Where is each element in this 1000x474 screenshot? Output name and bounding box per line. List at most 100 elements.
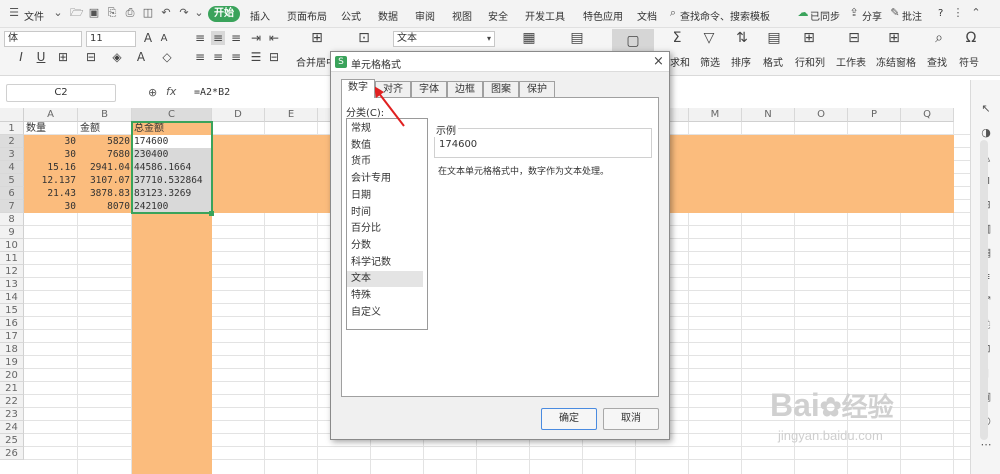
sort-button[interactable]: 排序 — [731, 54, 751, 69]
sync-status[interactable]: 已同步 — [810, 8, 840, 23]
align-right-icon[interactable]: ≡ — [229, 50, 243, 64]
row-header[interactable]: 17 — [0, 330, 24, 343]
tab-home[interactable]: 开始 — [208, 6, 240, 22]
freeze-panes-icon[interactable]: ⊞ — [885, 31, 903, 45]
rows-columns-button[interactable]: 行和列 — [795, 54, 825, 69]
row-header[interactable]: 18 — [0, 343, 24, 356]
chevron-down-icon[interactable]: ⌄ — [52, 7, 64, 19]
symbol-icon[interactable]: Ω — [962, 31, 980, 45]
tab-data[interactable]: 数据 — [378, 8, 398, 23]
category-item[interactable]: 会计专用 — [347, 171, 423, 187]
select-all-corner[interactable] — [0, 108, 24, 122]
row-header[interactable]: 11 — [0, 252, 24, 265]
category-item[interactable]: 日期 — [347, 188, 423, 204]
row-header[interactable]: 10 — [0, 239, 24, 252]
row-header[interactable]: 14 — [0, 291, 24, 304]
tab-pattern[interactable]: 图案 — [483, 81, 519, 98]
search-icon[interactable]: ⌕ — [667, 7, 679, 19]
column-header-p[interactable]: P — [848, 108, 901, 122]
number-format-select[interactable]: 文本 — [393, 31, 495, 47]
row-header[interactable]: 16 — [0, 317, 24, 330]
open-folder-icon[interactable]: 🗁 — [70, 7, 84, 19]
print-preview-icon[interactable]: ◫ — [142, 7, 154, 19]
command-search[interactable]: 查找命令、搜索模板 — [680, 8, 770, 23]
cursor-icon[interactable]: ↖ — [979, 102, 993, 116]
border-icon[interactable]: ⊞ — [56, 50, 70, 64]
tab-insert[interactable]: 插入 — [250, 8, 270, 23]
category-item[interactable]: 货币 — [347, 154, 423, 170]
row-header[interactable]: 21 — [0, 382, 24, 395]
row-header[interactable]: 25 — [0, 434, 24, 447]
eraser-icon[interactable]: ◇ — [160, 50, 174, 64]
row-header[interactable]: 6 — [0, 187, 24, 200]
formula-input[interactable]: =A2*B2 — [194, 87, 230, 98]
category-list[interactable]: 常规 数值 货币 会计专用 日期 时间 百分比 分数 科学记数 文本 特殊 自定义 — [346, 118, 428, 330]
font-size-select[interactable]: 11 — [86, 31, 136, 47]
shapes-icon[interactable]: ◑ — [979, 126, 993, 140]
category-item[interactable]: 自定义 — [347, 305, 423, 321]
category-item[interactable]: 科学记数 — [347, 255, 423, 271]
category-item[interactable]: 百分比 — [347, 221, 423, 237]
column-header-q[interactable]: Q — [901, 108, 954, 122]
find-button[interactable]: 查找 — [927, 54, 947, 69]
table-cell[interactable]: 30 — [24, 148, 78, 161]
row-header[interactable]: 7 — [0, 200, 24, 213]
row-header[interactable]: 23 — [0, 408, 24, 421]
rows-columns-icon[interactable]: ⊞ — [800, 31, 818, 45]
close-icon[interactable]: × — [653, 54, 664, 69]
category-item[interactable]: 分数 — [347, 238, 423, 254]
table-cell[interactable]: 3878.83 — [78, 187, 132, 200]
symbol-button[interactable]: 符号 — [959, 54, 979, 69]
tab-formula[interactable]: 公式 — [341, 8, 361, 23]
export-icon[interactable]: ⎘ — [106, 7, 118, 19]
table-cell[interactable]: 2941.04 — [78, 161, 132, 174]
table-cell[interactable]: 30 — [24, 135, 78, 148]
column-header-e[interactable]: E — [265, 108, 318, 122]
dialog-titlebar[interactable]: S 单元格格式 × — [331, 52, 669, 72]
category-item[interactable]: 文本 — [347, 271, 423, 288]
table-cell[interactable]: 30 — [24, 200, 78, 213]
share-button[interactable]: 分享 — [862, 8, 882, 23]
row-header[interactable]: 22 — [0, 395, 24, 408]
row-header[interactable]: 24 — [0, 421, 24, 434]
filter-button[interactable]: 筛选 — [700, 54, 720, 69]
format-icon[interactable]: ▤ — [765, 31, 783, 45]
tab-border[interactable]: 边框 — [447, 81, 483, 98]
row-header[interactable]: 3 — [0, 148, 24, 161]
sum-icon[interactable]: Σ — [668, 31, 686, 45]
worksheet-icon[interactable]: ⊟ — [845, 31, 863, 45]
row-header[interactable]: 2 — [0, 135, 24, 148]
row-header[interactable]: 13 — [0, 278, 24, 291]
comment-button[interactable]: 批注 — [902, 8, 922, 23]
conditional-format-icon[interactable]: ▦ — [520, 31, 538, 45]
file-menu[interactable]: 文件 — [24, 8, 44, 23]
category-item[interactable]: 数值 — [347, 138, 423, 154]
row-header[interactable]: 4 — [0, 161, 24, 174]
distribute-icon[interactable]: ⊟ — [267, 50, 281, 64]
table-style-icon[interactable]: ▤ — [568, 31, 586, 45]
column-header-c[interactable]: C — [132, 108, 212, 122]
column-header-b[interactable]: B — [78, 108, 132, 122]
table-cell[interactable]: 7680 — [78, 148, 132, 161]
underline-icon[interactable]: U — [34, 50, 48, 64]
row-header[interactable]: 12 — [0, 265, 24, 278]
column-header-o[interactable]: O — [795, 108, 848, 122]
row-header[interactable]: 1 — [0, 122, 24, 135]
category-item[interactable]: 特殊 — [347, 288, 423, 304]
justify-icon[interactable]: ☰ — [249, 50, 263, 64]
dropdown-arrow-icon[interactable]: ▾ — [484, 32, 494, 46]
more-panel-icon[interactable]: ⋯ — [979, 438, 993, 452]
more-icon[interactable]: ⌄ — [193, 7, 205, 19]
zoom-search-icon[interactable]: ⊕ — [148, 86, 157, 99]
table-cell[interactable]: 3107.07 — [78, 174, 132, 187]
fill-color-icon[interactable]: ◈ — [110, 50, 124, 64]
cancel-button[interactable]: 取消 — [603, 408, 659, 430]
row-header[interactable]: 20 — [0, 369, 24, 382]
tab-number[interactable]: 数字 — [341, 79, 375, 98]
align-middle-icon[interactable]: ≡ — [211, 31, 225, 45]
sum-button[interactable]: 求和 — [670, 54, 690, 69]
align-top-icon[interactable]: ≡ — [193, 31, 207, 45]
worksheet-button[interactable]: 工作表 — [836, 54, 866, 69]
find-icon[interactable]: ⌕ — [930, 31, 948, 45]
function-button[interactable]: fx — [166, 85, 176, 98]
